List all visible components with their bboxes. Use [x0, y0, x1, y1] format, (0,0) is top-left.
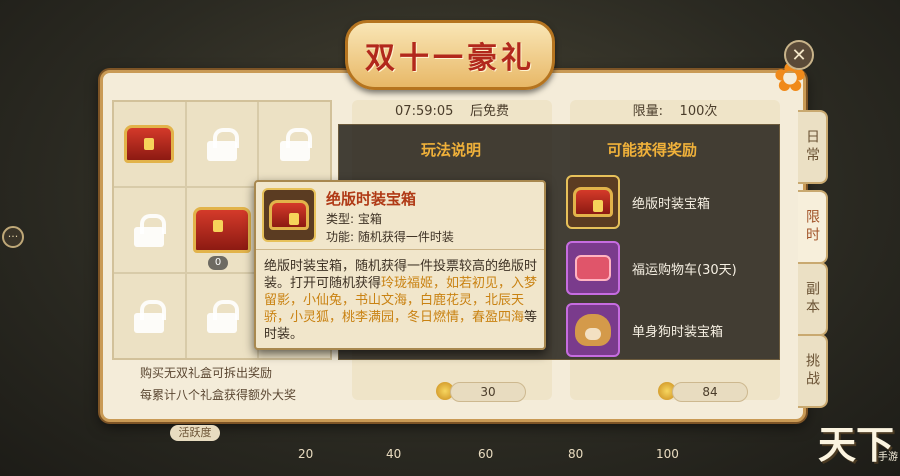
close-button[interactable]: ✕: [784, 40, 814, 70]
rewards-title: 可能获得奖励: [607, 141, 698, 159]
timer-label: 后免费: [469, 104, 509, 119]
activity-mark: 100: [656, 447, 679, 461]
chest-icon: [566, 175, 620, 229]
reward-item[interactable]: 福运购物车(30天): [566, 240, 776, 296]
slot-chest[interactable]: [114, 102, 185, 186]
slot-locked[interactable]: [186, 102, 258, 186]
info-line-1: 购买无双礼盒可拆出奖励: [140, 366, 273, 380]
info-line-2: 每累计八个礼盒获得额外大奖: [140, 388, 297, 402]
activity-mark: 80: [568, 447, 584, 461]
chest-shape: [573, 187, 613, 217]
lock-icon: [206, 300, 239, 333]
free-timer: 07:59:05 后免费: [352, 100, 552, 124]
rules-title: 玩法说明: [421, 141, 482, 159]
tab-limited[interactable]: 限时: [798, 190, 828, 264]
cart-shape: [575, 255, 611, 281]
left-info: 购买无双礼盒可拆出奖励 每累计八个礼盒获得额外大奖: [118, 362, 338, 406]
activity-mark: 40: [386, 447, 402, 461]
dog-shape: [575, 314, 611, 346]
cost-right: 84: [672, 382, 748, 402]
slot-locked[interactable]: [114, 188, 185, 272]
title-banner: 双十一豪礼: [345, 20, 555, 90]
chest-icon: [262, 188, 316, 242]
chest-icon: [124, 125, 175, 163]
timer-time: 07:59:05: [395, 104, 454, 119]
game-logo-sub: 手游: [878, 452, 898, 463]
reward-label: 单身狗时装宝箱: [632, 324, 724, 340]
tooltip-type: 类型: 宝箱: [326, 212, 382, 226]
lock-icon: [206, 128, 239, 161]
limit-label: 限量:: [632, 104, 664, 119]
slot-locked[interactable]: [114, 274, 185, 358]
lock-icon: [134, 214, 167, 247]
tooltip-header: 绝版时装宝箱 类型: 宝箱 功能: 随机获得一件时装: [256, 182, 544, 250]
reward-item[interactable]: 绝版时装宝箱: [566, 174, 776, 230]
reward-label: 福运购物车(30天): [632, 262, 737, 278]
cost-left: 30: [450, 382, 526, 402]
dog-icon: [566, 303, 620, 357]
reward-label: 绝版时装宝箱: [632, 196, 711, 212]
page-title: 双十一豪礼: [365, 41, 535, 76]
lock-icon: [134, 300, 167, 333]
count-badge: 0: [208, 256, 228, 270]
tooltip-item-name: 绝版时装宝箱: [326, 190, 417, 208]
tooltip-function: 功能: 随机获得一件时装: [326, 230, 454, 244]
activity-mark: 20: [298, 447, 314, 461]
tooltip-description: 绝版时装宝箱，随机获得一件投票较高的绝版时装。打开可随机获得玲珑福姬，如若初见，…: [264, 258, 542, 343]
tab-dungeon[interactable]: 副本: [798, 262, 828, 336]
chat-icon[interactable]: ···: [2, 226, 24, 248]
chest-shape: [269, 200, 309, 230]
activity-label: 活跃度: [170, 425, 220, 441]
cart-icon: [566, 241, 620, 295]
grand-chest-icon: [192, 207, 251, 253]
limit-value: 100次: [679, 104, 718, 119]
reward-item[interactable]: 单身狗时装宝箱: [566, 302, 776, 358]
limit-info: 限量: 100次: [570, 100, 780, 124]
tab-challenge[interactable]: 挑战: [798, 334, 828, 408]
activity-mark: 60: [478, 447, 494, 461]
item-tooltip: 绝版时装宝箱 类型: 宝箱 功能: 随机获得一件时装 绝版时装宝箱，随机获得一件…: [254, 180, 546, 350]
slot-locked[interactable]: [186, 274, 258, 358]
lock-icon: [279, 128, 312, 161]
tab-daily[interactable]: 日常: [798, 110, 828, 184]
slot-locked[interactable]: [259, 102, 330, 186]
